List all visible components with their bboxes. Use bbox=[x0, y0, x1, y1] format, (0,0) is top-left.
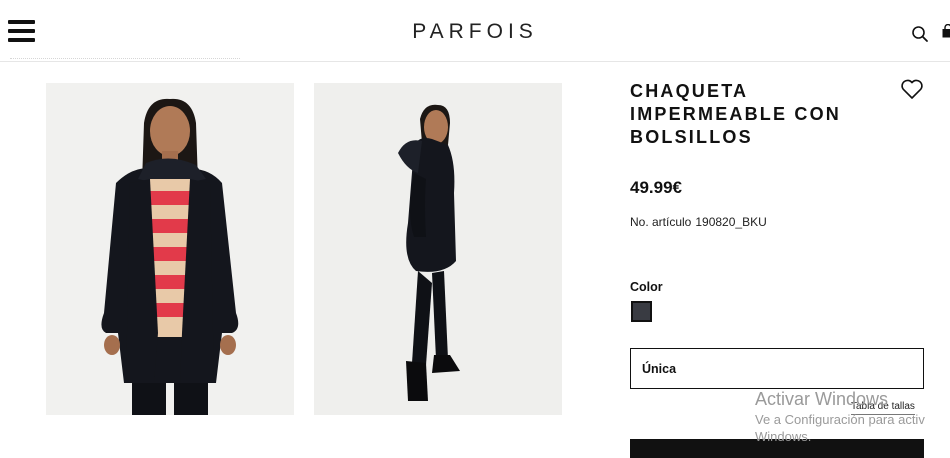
color-swatch[interactable] bbox=[631, 301, 652, 322]
size-guide-link[interactable]: Tabla de tallas bbox=[851, 401, 915, 415]
shopping-bag-icon[interactable] bbox=[942, 23, 950, 38]
site-logo[interactable]: PARFOIS bbox=[0, 20, 950, 44]
site-header: PARFOIS bbox=[0, 0, 950, 62]
search-icon[interactable] bbox=[911, 25, 929, 43]
windows-activation-watermark: Activar Windows Ve a Configuración para … bbox=[755, 389, 925, 444]
add-to-cart-button[interactable] bbox=[630, 439, 924, 458]
product-title-line: CHAQUETA bbox=[630, 81, 749, 101]
product-title-line: IMPERMEABLE CON bbox=[630, 104, 842, 124]
product-price: 49.99€ bbox=[630, 178, 682, 197]
breadcrumb bbox=[10, 58, 240, 61]
product-title-line: BOLSILLOS bbox=[630, 127, 753, 147]
product-photo-front[interactable] bbox=[46, 83, 294, 415]
sku-label: No. artículo bbox=[630, 215, 692, 229]
size-selector[interactable]: Única bbox=[630, 348, 924, 389]
product-title: CHAQUETA IMPERMEABLE CON BOLSILLOS bbox=[630, 80, 890, 149]
sku-value: 190820_BKU bbox=[695, 215, 767, 229]
product-sku: No. artículo 190820_BKU bbox=[630, 215, 767, 229]
heart-icon[interactable] bbox=[900, 78, 924, 100]
color-label: Color bbox=[630, 280, 663, 294]
size-selected-value: Única bbox=[642, 362, 677, 376]
product-photo-side[interactable] bbox=[314, 83, 562, 415]
